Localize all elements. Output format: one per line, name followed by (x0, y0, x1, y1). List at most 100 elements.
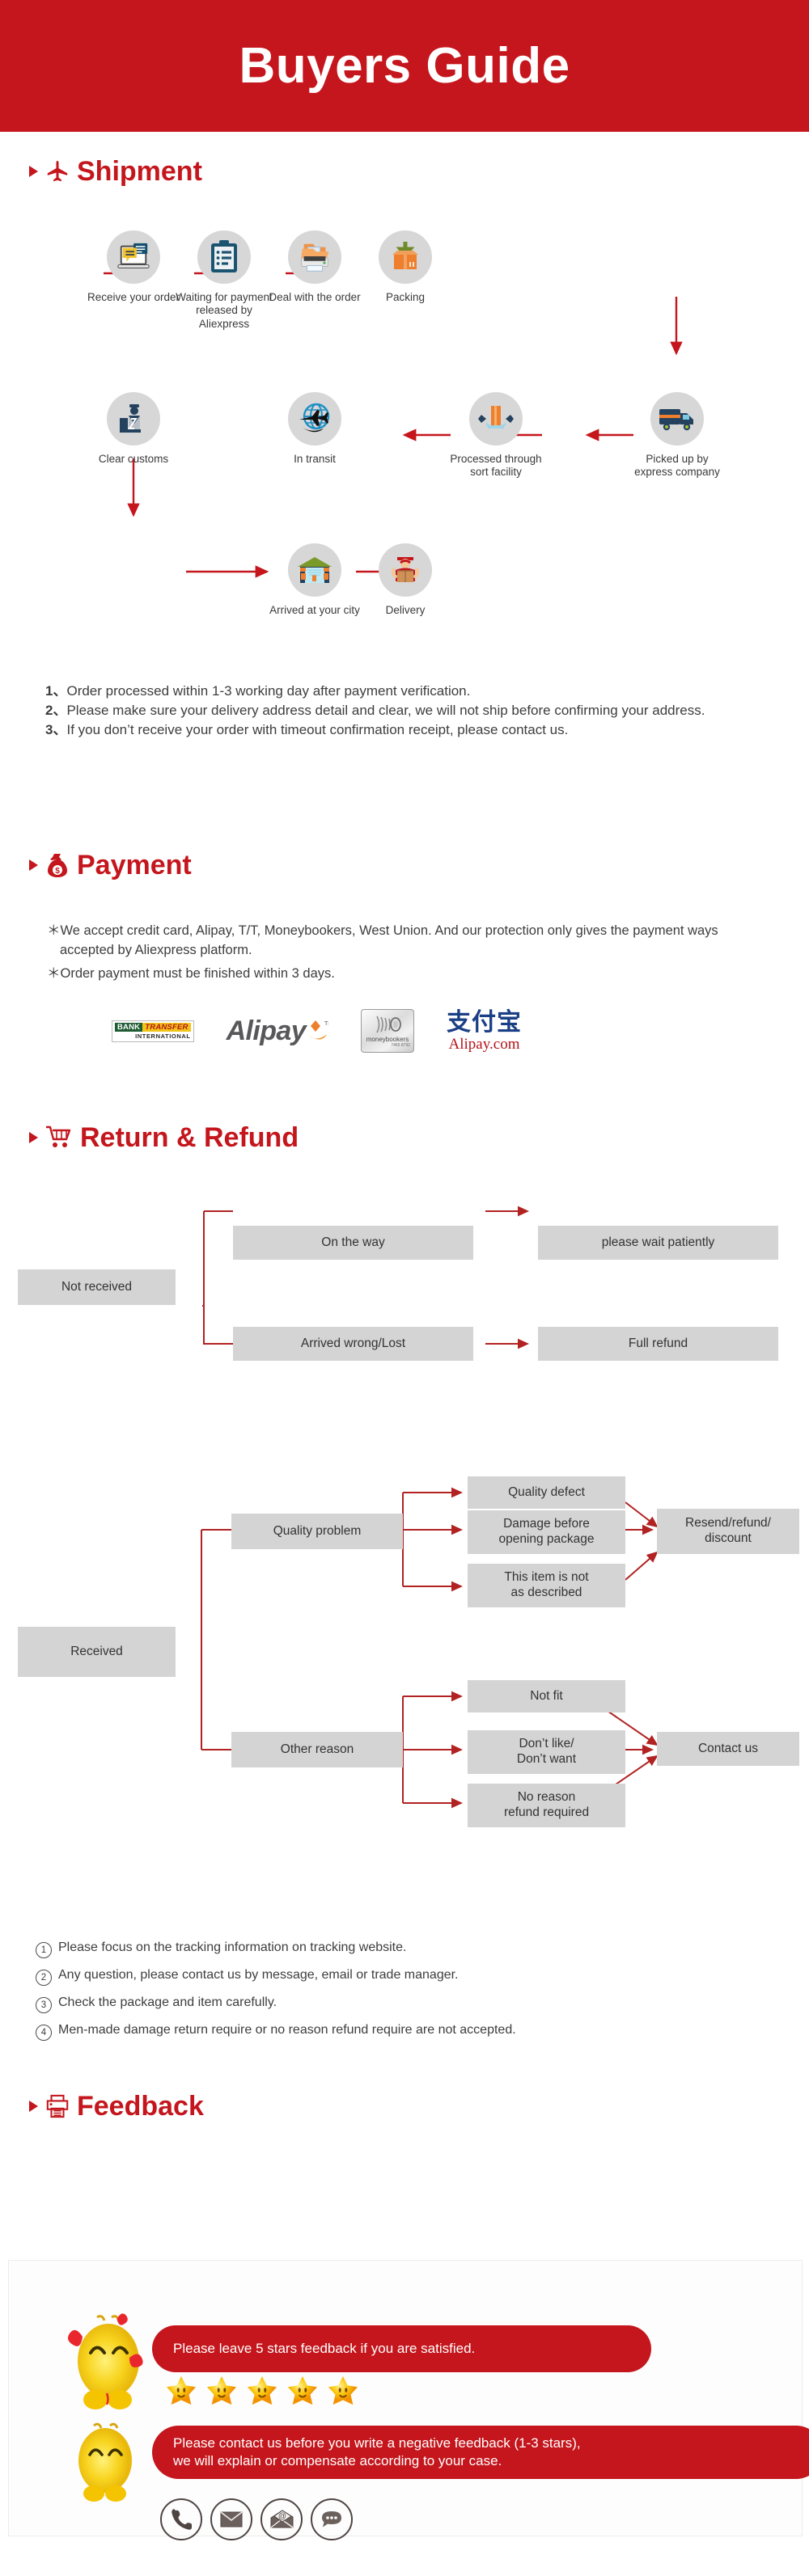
buyers-guide-page: Buyers Guide Shipment Receive your order… (0, 0, 809, 2576)
svg-text:TM: TM (324, 1021, 328, 1027)
globe-plane-icon (288, 392, 341, 446)
flow-box-received: Received (18, 1627, 176, 1677)
list-text: Any question, please contact us by messa… (58, 1968, 459, 1982)
bank-transfer-logo: BANK TRANSFER INTERNATIONAL (112, 1020, 194, 1042)
payment-bullet: ＊We accept credit card, Alipay, T/T, Mon… (47, 923, 718, 957)
flow-box-contact-us: Contact us (657, 1732, 799, 1766)
delivery-truck-icon (650, 392, 704, 446)
svg-text:@: @ (278, 2512, 286, 2521)
shipment-step-label: Waiting for payment released by Aliexpre… (176, 291, 273, 330)
moneybookers-wave-icon (376, 1016, 401, 1033)
courier-icon (379, 543, 432, 597)
triangle-bullet-icon (29, 2101, 38, 2112)
section-heading-feedback: Feedback (29, 2092, 204, 2120)
triangle-bullet-icon (29, 859, 38, 871)
note-text: Order processed within 1-3 working day a… (66, 683, 471, 699)
star-icon (166, 2375, 197, 2405)
note-number: 3、 (45, 722, 67, 738)
section-label: Return & Refund (80, 1122, 299, 1153)
star-icon (287, 2375, 318, 2405)
section-heading-shipment: Shipment (29, 158, 202, 185)
shipment-note-row: 2、Please make sure your delivery address… (45, 701, 773, 720)
page-banner: Buyers Guide (0, 0, 809, 132)
shipment-step-label: Picked up by express company (634, 453, 720, 479)
email-at-icon[interactable]: @ (260, 2498, 303, 2540)
shipment-step-in-transit: In transit (262, 392, 367, 466)
shipment-step-label: Packing (385, 291, 426, 303)
list-number: 2 (36, 1970, 52, 1986)
shipment-note-row: 3、If you don’t receive your order with t… (45, 720, 773, 740)
flow-box-full-refund: Full refund (538, 1327, 778, 1361)
open-box-icon (379, 230, 432, 284)
triangle-bullet-icon (29, 1132, 38, 1143)
calm-chick-icon (65, 2416, 146, 2509)
note-number: 2、 (45, 703, 67, 719)
alipay-swoosh-icon: TM (309, 1020, 328, 1040)
list-text: Please focus on the tracking information… (58, 1940, 407, 1954)
flow-box-not-as-described: This item is not as described (468, 1564, 625, 1607)
flow-box-quality-defect: Quality defect (468, 1476, 625, 1509)
alipay-logo-text: Alipay (226, 1016, 307, 1046)
flow-box-damage-before-opening: Damage before opening package (468, 1510, 625, 1554)
star-icon (247, 2375, 277, 2405)
flow-box-on-the-way: On the way (233, 1226, 473, 1260)
page-title: Buyers Guide (239, 38, 570, 94)
moneybookers-logo: moneybookers 7465 8792 (361, 1009, 415, 1053)
note-text: If you don’t receive your order with tim… (66, 722, 569, 738)
alipay-cn-logo: 支付宝 Alipay.com (447, 1007, 523, 1053)
flow-box-arrived-wrong-lost: Arrived wrong/Lost (233, 1327, 473, 1361)
note-text: Please make sure your delivery address d… (66, 703, 705, 719)
return-notes-list: 1 Please focus on the tracking informati… (36, 1940, 788, 2050)
shipment-step-arrived-city: Arrived at your city (262, 543, 367, 617)
shipment-step-delivery: Delivery (353, 543, 458, 617)
printer-icon (46, 2094, 69, 2118)
flow-box-other-reason: Other reason (231, 1732, 403, 1767)
triangle-bullet-icon (29, 166, 38, 177)
star-rating (166, 2375, 358, 2406)
note-number: 1、 (45, 683, 67, 699)
alipay-cn-text: 支付宝 (447, 1007, 523, 1037)
laptop-chat-icon (107, 230, 160, 284)
moneybookers-card-code: 7465 8792 (391, 1043, 411, 1048)
payment-bullets: ＊We accept credit card, Alipay, T/T, Mon… (47, 922, 759, 988)
flow-box-quality-problem: Quality problem (231, 1514, 403, 1549)
feedback-positive-text: Please leave 5 stars feedback if you are… (173, 2340, 476, 2356)
list-number: 3 (36, 1997, 52, 2013)
shipment-step-sort-facility: Processed through sort facility (443, 392, 549, 479)
flow-box-no-reason-refund: No reason refund required (468, 1784, 625, 1827)
flow-box-not-received: Not received (18, 1269, 176, 1305)
shipment-step-picked-up: Picked up by express company (625, 392, 730, 479)
phone-icon[interactable] (160, 2498, 202, 2540)
shipment-step-label: Receive your order (87, 291, 180, 303)
alipay-cn-domain: Alipay.com (448, 1035, 520, 1053)
payment-logo-row: BANK TRANSFER INTERNATIONAL Alipay TM (112, 1003, 522, 1059)
customs-officer-icon (107, 392, 160, 446)
shipment-step-label: Deal with the order (269, 291, 361, 303)
sorting-icon (469, 392, 523, 446)
section-label: Feedback (77, 2091, 204, 2122)
flow-box-not-fit: Not fit (468, 1680, 625, 1712)
printer-folder-icon (288, 230, 341, 284)
list-number: 4 (36, 2025, 52, 2041)
envelope-icon[interactable] (210, 2498, 252, 2540)
list-number: 1 (36, 1942, 52, 1958)
shipment-step-label: Clear customs (98, 453, 169, 465)
shipment-step-waiting-payment: Waiting for payment released by Aliexpre… (172, 230, 277, 331)
moneybookers-logo-text: moneybookers (366, 1036, 409, 1043)
shipment-step-deal-order: Deal with the order (262, 230, 367, 304)
shipment-step-receive-order: Receive your order (81, 230, 186, 304)
bank-transfer-line2: TRANSFER (142, 1022, 191, 1032)
chat-bubble-icon[interactable] (311, 2498, 353, 2540)
section-heading-payment: $ Payment (29, 851, 192, 879)
feedback-positive-banner: Please leave 5 stars feedback if you are… (152, 2325, 651, 2372)
list-item: 4 Men-made damage return require or no r… (36, 2023, 788, 2041)
shipment-step-label: Delivery (385, 604, 426, 616)
list-item: 3 Check the package and item carefully. (36, 1995, 788, 2013)
bank-transfer-line1: BANK (115, 1022, 143, 1032)
clipboard-icon (197, 230, 251, 284)
alipay-logo: Alipay TM (227, 1017, 328, 1045)
shipment-step-label: Processed through sort facility (450, 453, 542, 479)
shipment-step-label: Arrived at your city (269, 604, 360, 616)
section-label: Payment (77, 850, 192, 880)
list-item: 1 Please focus on the tracking informati… (36, 1940, 788, 1958)
